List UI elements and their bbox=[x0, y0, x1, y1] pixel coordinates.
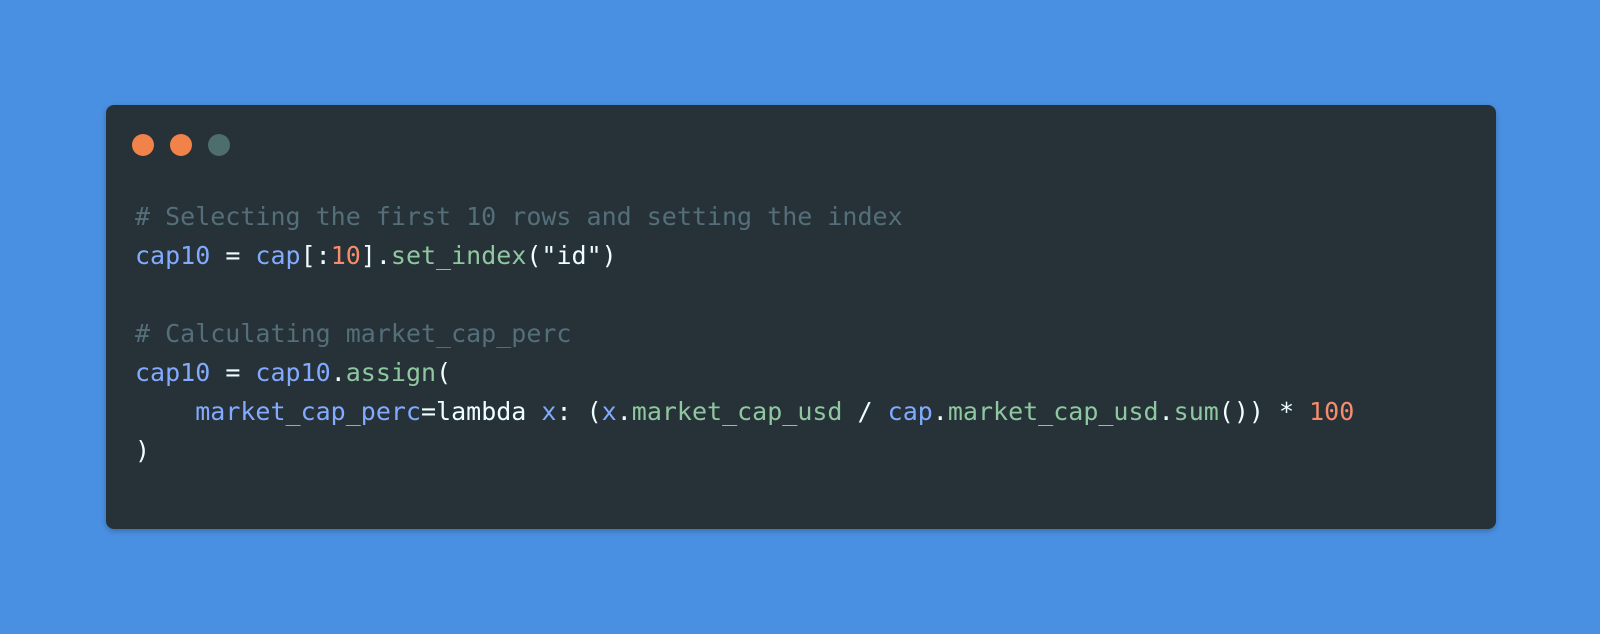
code-token-plain: ( bbox=[436, 358, 452, 387]
minimize-dot-icon[interactable] bbox=[170, 134, 192, 156]
code-token-plain: = bbox=[210, 358, 256, 387]
code-token-variable: market_cap_perc bbox=[195, 397, 421, 426]
code-token-variable: cap10 bbox=[135, 358, 211, 387]
code-token-plain: : ( bbox=[556, 397, 602, 426]
code-token-variable: cap10 bbox=[135, 241, 211, 270]
code-line: ) bbox=[135, 431, 1354, 470]
code-token-plain: ("id") bbox=[526, 241, 617, 270]
code-token-variable: x bbox=[541, 397, 557, 426]
code-token-plain: [: bbox=[300, 241, 331, 270]
close-dot-icon[interactable] bbox=[132, 134, 154, 156]
code-token-plain: ]. bbox=[360, 241, 391, 270]
code-token-plain: = bbox=[210, 241, 256, 270]
code-line: market_cap_perc=lambda x: (x.market_cap_… bbox=[135, 392, 1354, 431]
code-token-variable: cap bbox=[887, 397, 933, 426]
code-token-plain: . bbox=[932, 397, 948, 426]
code-line: cap10 = cap[:10].set_index("id") bbox=[135, 236, 1354, 275]
code-token-plain: =lambda bbox=[421, 397, 542, 426]
code-line: cap10 = cap10.assign( bbox=[135, 353, 1354, 392]
code-token-number: 100 bbox=[1309, 397, 1355, 426]
window-controls bbox=[132, 134, 230, 156]
maximize-dot-icon[interactable] bbox=[208, 134, 230, 156]
code-token-plain: . bbox=[330, 358, 346, 387]
code-token-method: market_cap_usd bbox=[947, 397, 1159, 426]
code-token-number: 10 bbox=[330, 241, 361, 270]
code-token-variable: x bbox=[601, 397, 617, 426]
code-line: # Selecting the first 10 rows and settin… bbox=[135, 197, 1354, 236]
code-token-plain: ()) * bbox=[1218, 397, 1310, 426]
code-token-plain: . bbox=[1158, 397, 1174, 426]
code-token-comment: # Selecting the first 10 rows and settin… bbox=[135, 202, 903, 231]
code-token-variable: cap bbox=[255, 241, 301, 270]
code-token-plain: . bbox=[616, 397, 632, 426]
code-token-method: set_index bbox=[390, 241, 527, 270]
code-token-plain: / bbox=[842, 397, 888, 426]
code-line: # Calculating market_cap_perc bbox=[135, 314, 1354, 353]
code-token-method: sum bbox=[1173, 397, 1219, 426]
code-window: # Selecting the first 10 rows and settin… bbox=[106, 105, 1496, 529]
code-block: # Selecting the first 10 rows and settin… bbox=[135, 197, 1354, 470]
code-token-comment: # Calculating market_cap_perc bbox=[135, 319, 572, 348]
code-token-plain: ) bbox=[135, 436, 151, 465]
code-token-method: assign bbox=[345, 358, 437, 387]
code-token-variable: cap10 bbox=[255, 358, 331, 387]
code-token-method: market_cap_usd bbox=[631, 397, 843, 426]
